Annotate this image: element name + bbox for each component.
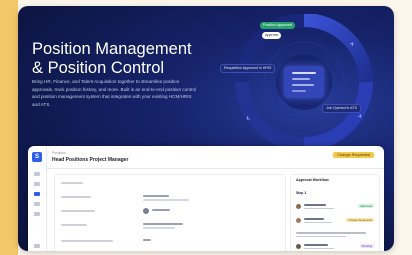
avatar: [296, 244, 301, 249]
nav-reports-icon[interactable]: [34, 202, 40, 206]
nav-people-icon[interactable]: [34, 182, 40, 186]
nav-profile-icon[interactable]: [34, 244, 40, 248]
side-panel-title: Approval Workflow: [296, 178, 329, 182]
header-divider: [46, 168, 384, 169]
hero-description: Bring HR, Finance, and Talent Acquisitio…: [32, 79, 197, 107]
comment-item: [296, 231, 374, 241]
approve-pill: Approve: [262, 32, 282, 39]
app-window: S Positions Head Positions Project Manag…: [28, 146, 384, 251]
job-opened-chip: Job Opened in ATS: [322, 104, 361, 113]
avatar: [296, 204, 301, 209]
change-requested-tag: Change Requested: [345, 218, 374, 222]
form-row[interactable]: [61, 221, 277, 233]
approved-tag: Approved: [358, 204, 374, 208]
hero-card: Position Management & Position Control B…: [18, 6, 394, 251]
pending-tag: Pending: [359, 244, 374, 248]
requisition-chip: Requisition Approved in HRIS: [220, 64, 276, 73]
approval-side-panel: Approval Workflow Step 1 Approved Change…: [290, 174, 380, 251]
nav-rail: S: [28, 146, 47, 251]
app-logo[interactable]: S: [32, 152, 42, 162]
workflow-diagram: Position Approved Approve Requisition Ap…: [210, 13, 394, 154]
form-row: [61, 179, 277, 191]
breadcrumb[interactable]: Positions: [52, 151, 66, 155]
background-accent-strip: [0, 0, 18, 255]
nav-positions-icon[interactable]: [34, 192, 40, 196]
approver-item[interactable]: Approved: [296, 203, 374, 213]
page-title: Head Positions Project Manager: [52, 157, 129, 163]
form-row[interactable]: [61, 193, 277, 205]
position-card-graphic: [284, 66, 324, 98]
avatar: [296, 218, 301, 223]
status-badge[interactable]: Change Requested: [333, 152, 374, 158]
hero-title: Position Management & Position Control: [32, 40, 192, 78]
avatar: [143, 208, 149, 214]
nav-home-icon[interactable]: [34, 172, 40, 176]
position-details-form: [54, 174, 286, 251]
form-row[interactable]: [61, 207, 277, 219]
approver-item[interactable]: Change Requested: [296, 217, 374, 227]
hero-title-line-1: Position Management: [32, 40, 192, 58]
position-approved-badge: Position Approved: [260, 22, 295, 29]
approver-item[interactable]: Pending: [296, 243, 374, 251]
form-row[interactable]: [61, 237, 277, 249]
nav-settings-icon[interactable]: [34, 212, 40, 216]
hero-title-line-2: & Position Control: [32, 59, 165, 77]
side-panel-section: Step 1: [296, 191, 307, 195]
